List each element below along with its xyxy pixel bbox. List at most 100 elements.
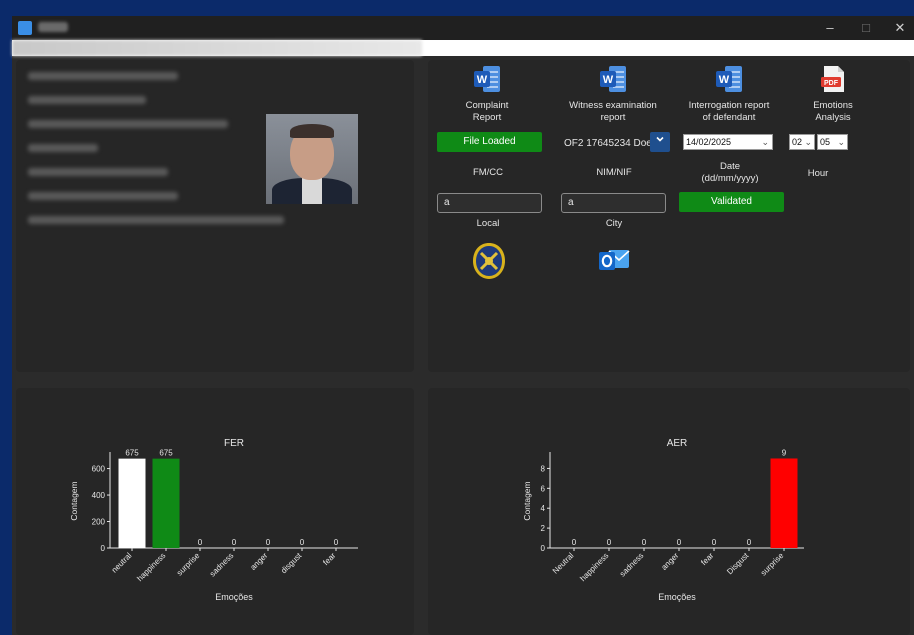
- report-panel: W Complaint Report W Witness examination…: [428, 60, 910, 372]
- y-tick-label: 200: [92, 518, 106, 527]
- x-tick-label: anger: [249, 551, 270, 572]
- outlook-icon[interactable]: [597, 246, 631, 274]
- fmcc-label: FM/CC: [472, 167, 504, 178]
- info-line-redacted: [28, 72, 178, 80]
- x-tick-label: Neutral: [551, 551, 576, 576]
- witness-report-icon[interactable]: W: [598, 64, 628, 94]
- chevron-down-icon: ⌄: [837, 137, 845, 147]
- menu-bar-redacted: [12, 40, 422, 56]
- badge-emblem-icon[interactable]: [471, 241, 507, 281]
- y-tick-label: 0: [101, 544, 106, 553]
- file-loaded-button[interactable]: File Loaded: [437, 132, 542, 152]
- y-tick-label: 2: [541, 524, 546, 533]
- y-tick-label: 0: [541, 544, 546, 553]
- x-tick-label: surprise: [175, 551, 202, 578]
- bar-value-label: 675: [159, 449, 173, 458]
- officer-select-dropdown-button[interactable]: [650, 132, 670, 152]
- personal-info-panel: [16, 60, 414, 372]
- svg-text:PDF: PDF: [824, 80, 839, 87]
- info-line-redacted: [28, 120, 228, 128]
- chevron-down-icon: ⌄: [804, 137, 812, 147]
- x-tick-label: happiness: [135, 551, 167, 583]
- minute-spinner[interactable]: 05 ⌄: [817, 134, 848, 150]
- menu-bar: [12, 40, 914, 56]
- date-label: Date (dd/mm/yyyy): [701, 161, 759, 184]
- y-axis-label: Contagem: [522, 481, 532, 520]
- title-bar: ‒ □ ✕: [12, 16, 914, 40]
- chart-title: AER: [667, 438, 688, 449]
- complaint-report-icon[interactable]: W: [472, 64, 502, 94]
- hour-label: Hour: [807, 168, 829, 179]
- aer-chart: AER02468Contagem0Neutral0happiness0sadne…: [522, 438, 804, 602]
- window-title-redacted: [38, 22, 68, 32]
- x-tick-label: happiness: [578, 551, 610, 583]
- bar-value-label: 0: [198, 538, 203, 547]
- x-axis-label: Emoções: [658, 592, 696, 602]
- bar-value-label: 0: [712, 538, 717, 547]
- city-label: City: [605, 218, 623, 229]
- local-label: Local: [476, 218, 500, 229]
- chevron-down-icon: ⌄: [761, 137, 769, 147]
- bar-value-label: 0: [572, 538, 577, 547]
- info-line-redacted: [28, 144, 98, 152]
- chart-title: FER: [224, 438, 244, 449]
- info-line-redacted: [28, 192, 178, 200]
- x-tick-label: disgust: [279, 551, 304, 576]
- svg-text:W: W: [477, 74, 488, 86]
- bar-value-label: 0: [334, 538, 339, 547]
- pdf-icon[interactable]: PDF: [818, 64, 848, 94]
- nimnif-input[interactable]: a: [561, 193, 666, 213]
- y-tick-label: 8: [541, 464, 546, 473]
- complaint-report-label: Complaint Report: [465, 100, 509, 123]
- app-window: ‒ □ ✕ W Complaint Report W Witness exami…: [12, 16, 914, 635]
- witness-report-label: Witness examination report: [569, 100, 657, 123]
- fer-chart: FER 0 200 400 600 Contagem 675 neutral 675 happin…: [69, 438, 358, 602]
- minimize-button[interactable]: ‒: [812, 16, 848, 40]
- fmcc-input[interactable]: a: [437, 193, 542, 213]
- bar-value-label: 0: [747, 538, 752, 547]
- x-tick-label: sadness: [618, 551, 645, 578]
- emotions-analysis-label: Emotions Analysis: [813, 100, 853, 123]
- nimnif-label: NIM/NIF: [596, 167, 632, 178]
- x-tick-label: anger: [660, 551, 681, 572]
- y-tick-label: 6: [541, 484, 546, 493]
- interrogation-report-icon[interactable]: W: [714, 64, 744, 94]
- bar-value-label: 675: [125, 449, 139, 458]
- x-tick-label: sadness: [208, 551, 235, 578]
- bar-value-label: 0: [677, 538, 682, 547]
- date-picker[interactable]: 14/02/2025 ⌄: [683, 134, 773, 150]
- interrogation-report-label: Interrogation report of defendant: [688, 100, 770, 123]
- bar-happiness: [152, 458, 180, 548]
- x-tick-label: fear: [699, 551, 715, 567]
- officer-select-value[interactable]: OF2 17645234 Doe: [564, 138, 652, 149]
- validated-button[interactable]: Validated: [679, 192, 784, 212]
- x-tick-label: neutral: [110, 551, 134, 575]
- bar-value-label: 9: [782, 448, 787, 457]
- bar-value-label: 0: [607, 538, 612, 547]
- svg-text:W: W: [719, 74, 730, 86]
- maximize-button[interactable]: □: [848, 16, 884, 40]
- aer-chart-panel: AER 0 2 4 6 8 Contagem 0 Neutral 0 happiness 0 sadne…: [428, 388, 910, 635]
- x-tick-label: fear: [321, 551, 337, 567]
- y-axis-label: Contagem: [69, 481, 79, 520]
- app-icon: [18, 21, 32, 35]
- x-axis-label: Emoções: [215, 592, 253, 602]
- date-value: 14/02/2025: [686, 137, 732, 147]
- bar-surprise: [770, 458, 798, 548]
- bar-value-label: 0: [266, 538, 271, 547]
- close-button[interactable]: ✕: [882, 16, 914, 40]
- hour-spinner[interactable]: 02 ⌄: [789, 134, 815, 150]
- info-line-redacted: [28, 168, 168, 176]
- svg-text:W: W: [603, 74, 614, 86]
- y-tick-label: 4: [541, 504, 546, 513]
- bar-value-label: 0: [642, 538, 647, 547]
- x-tick-label: surprise: [759, 551, 786, 578]
- bar-neutral: [118, 458, 146, 548]
- bar-value-label: 0: [232, 538, 237, 547]
- hour-value: 02: [792, 137, 803, 147]
- info-line-redacted: [28, 96, 146, 104]
- x-tick-label: Disgust: [725, 551, 751, 577]
- profile-photo: [266, 114, 358, 204]
- bar-value-label: 0: [300, 538, 305, 547]
- minute-value: 05: [820, 137, 831, 147]
